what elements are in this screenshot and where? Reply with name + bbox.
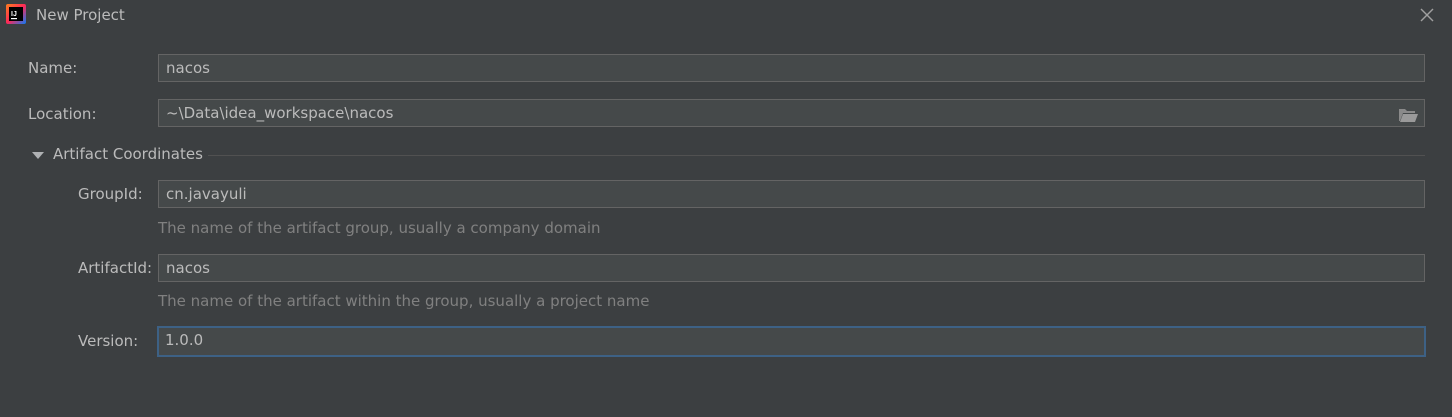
artifact-id-label: ArtifactId: (78, 259, 153, 277)
artifact-coordinates-header[interactable]: Artifact Coordinates (53, 145, 203, 163)
name-label: Name: (28, 59, 78, 77)
group-id-label: GroupId: (78, 185, 143, 203)
name-input[interactable]: nacos (158, 54, 1425, 82)
window-title: New Project (36, 6, 125, 24)
folder-icon[interactable] (1397, 106, 1419, 124)
version-label: Version: (78, 332, 139, 350)
close-icon[interactable] (1416, 4, 1438, 26)
location-label: Location: (28, 105, 97, 123)
chevron-down-icon[interactable] (30, 148, 46, 162)
artifact-id-hint: The name of the artifact within the grou… (158, 292, 650, 310)
artifact-id-input[interactable]: nacos (158, 254, 1425, 282)
title-bar: IJ New Project (0, 0, 1452, 30)
location-input[interactable]: ~\Data\idea_workspace\nacos (158, 99, 1425, 127)
group-id-hint: The name of the artifact group, usually … (158, 219, 601, 237)
section-divider (208, 155, 1425, 156)
svg-text:IJ: IJ (11, 11, 17, 18)
intellij-idea-icon: IJ (6, 4, 26, 24)
group-id-input[interactable]: cn.javayuli (158, 180, 1425, 208)
version-input[interactable]: 1.0.0 (157, 326, 1426, 357)
